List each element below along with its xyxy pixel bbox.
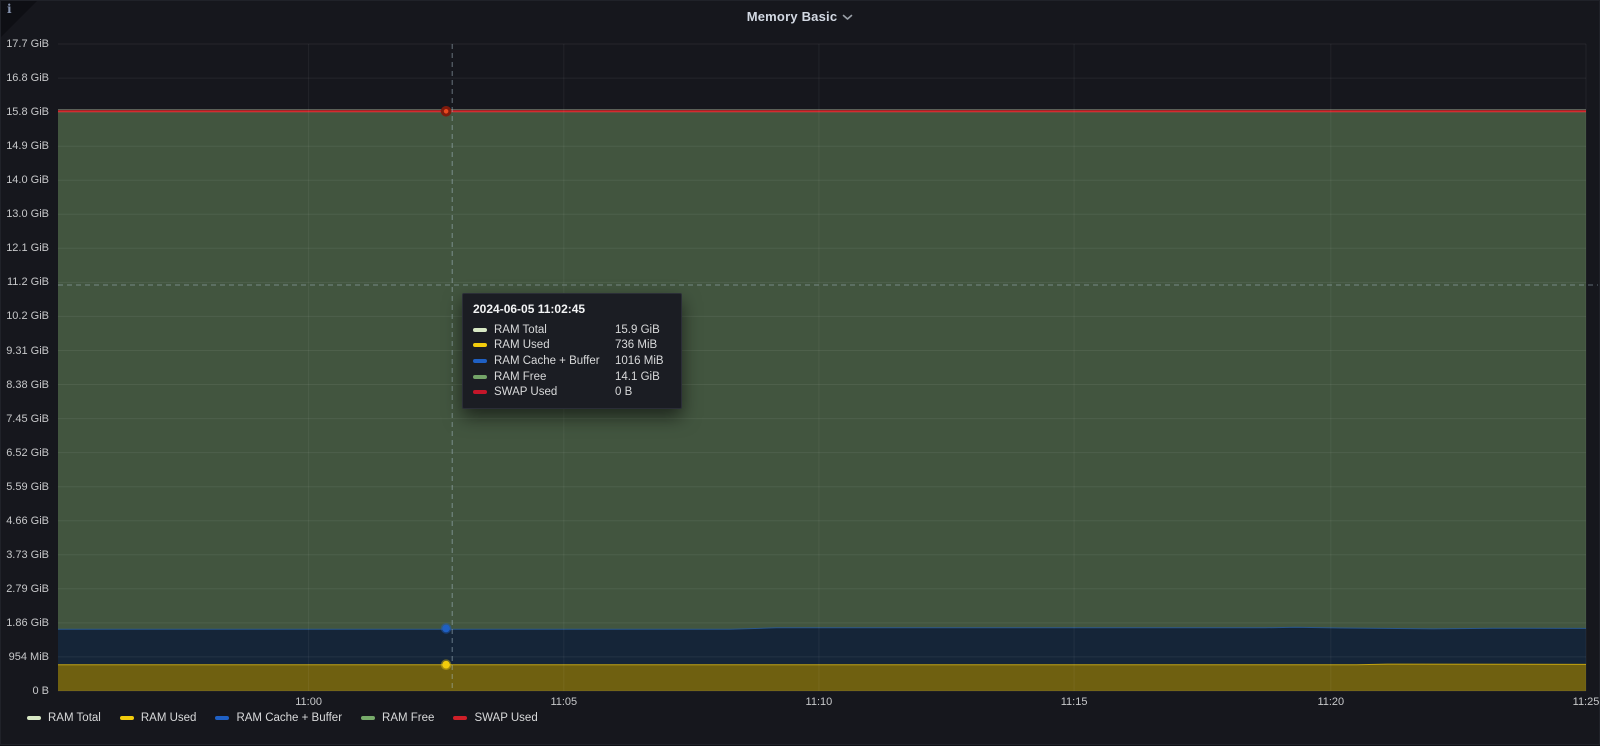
legend-color-swatch xyxy=(453,716,467,720)
y-axis-label: 5.59 GiB xyxy=(1,481,49,493)
tooltip-row: RAM Cache + Buffer 1016 MiB xyxy=(473,353,671,369)
y-axis-label: 16.8 GiB xyxy=(1,72,49,84)
y-axis-label: 6.52 GiB xyxy=(1,447,49,459)
y-axis-label: 14.9 GiB xyxy=(1,140,49,152)
memory-chart[interactable] xyxy=(1,1,1600,746)
legend-label: SWAP Used xyxy=(474,712,537,724)
legend-label: RAM Free xyxy=(382,712,434,724)
y-axis-label: 11.2 GiB xyxy=(1,276,49,288)
tooltip-series-value: 0 B xyxy=(615,386,671,398)
tooltip-series-value: 14.1 GiB xyxy=(615,371,671,383)
tooltip-series-label: RAM Cache + Buffer xyxy=(494,355,608,367)
legend-item-ram-free[interactable]: RAM Free xyxy=(361,712,434,724)
x-axis-label: 11:25 xyxy=(1573,696,1600,708)
y-axis-label: 13.0 GiB xyxy=(1,208,49,220)
legend-color-swatch xyxy=(27,716,41,720)
y-axis-label: 0 B xyxy=(1,685,49,697)
tooltip-series-label: RAM Free xyxy=(494,371,608,383)
x-axis-label: 11:20 xyxy=(1317,696,1344,708)
x-axis-label: 11:10 xyxy=(806,696,833,708)
tooltip-series-value: 1016 MiB xyxy=(615,355,671,367)
y-axis-label: 17.7 GiB xyxy=(1,38,49,50)
legend-label: RAM Total xyxy=(48,712,101,724)
hover-point xyxy=(442,625,450,633)
legend-item-ram-cache-buffer[interactable]: RAM Cache + Buffer xyxy=(215,712,342,724)
series-color-swatch xyxy=(473,390,487,394)
y-axis-label: 7.45 GiB xyxy=(1,413,49,425)
x-axis-label: 11:05 xyxy=(550,696,577,708)
tooltip-series-label: SWAP Used xyxy=(494,386,608,398)
y-axis-label: 2.79 GiB xyxy=(1,583,49,595)
y-axis-label: 12.1 GiB xyxy=(1,242,49,254)
chart-tooltip: 2024-06-05 11:02:45 RAM Total15.9 GiBRAM… xyxy=(462,293,682,409)
legend-item-ram-total[interactable]: RAM Total xyxy=(27,712,101,724)
chart-legend: RAM Total RAM Used RAM Cache + Buffer RAM F… xyxy=(27,712,538,724)
tooltip-row: SWAP Used 0 B xyxy=(473,384,671,400)
y-axis-label: 954 MiB xyxy=(1,651,49,663)
y-axis-label: 9.31 GiB xyxy=(1,345,49,357)
tooltip-row: RAM Used 736 MiB xyxy=(473,338,671,354)
legend-color-swatch xyxy=(361,716,375,720)
tooltip-series-value: 736 MiB xyxy=(615,339,671,351)
tooltip-series-label: RAM Total xyxy=(494,324,608,336)
legend-item-ram-used[interactable]: RAM Used xyxy=(120,712,197,724)
series-color-swatch xyxy=(473,359,487,363)
legend-color-swatch xyxy=(120,716,134,720)
y-axis-label: 4.66 GiB xyxy=(1,515,49,527)
hover-point xyxy=(442,108,450,116)
series-color-swatch xyxy=(473,375,487,379)
y-axis-label: 1.86 GiB xyxy=(1,617,49,629)
y-axis-label: 8.38 GiB xyxy=(1,379,49,391)
legend-item-swap-used[interactable]: SWAP Used xyxy=(453,712,537,724)
y-axis-label: 15.8 GiB xyxy=(1,106,49,118)
tooltip-row: RAM Free 14.1 GiB xyxy=(473,369,671,385)
memory-basic-panel: i Memory Basic 17.7 GiB16.8 GiB15.8 GiB1… xyxy=(0,0,1600,745)
tooltip-row: RAM Total 15.9 GiB xyxy=(473,322,671,338)
series-color-swatch xyxy=(473,343,487,347)
legend-label: RAM Cache + Buffer xyxy=(236,712,342,724)
tooltip-timestamp: 2024-06-05 11:02:45 xyxy=(473,302,671,316)
tooltip-series-label: RAM Used xyxy=(494,339,608,351)
x-axis-label: 11:00 xyxy=(295,696,322,708)
y-axis-label: 10.2 GiB xyxy=(1,310,49,322)
hover-point xyxy=(442,661,450,669)
legend-label: RAM Used xyxy=(141,712,197,724)
y-axis-label: 3.73 GiB xyxy=(1,549,49,561)
y-axis-label: 14.0 GiB xyxy=(1,174,49,186)
legend-color-swatch xyxy=(215,716,229,720)
x-axis-label: 11:15 xyxy=(1061,696,1088,708)
tooltip-series-value: 15.9 GiB xyxy=(615,324,671,336)
series-color-swatch xyxy=(473,328,487,332)
